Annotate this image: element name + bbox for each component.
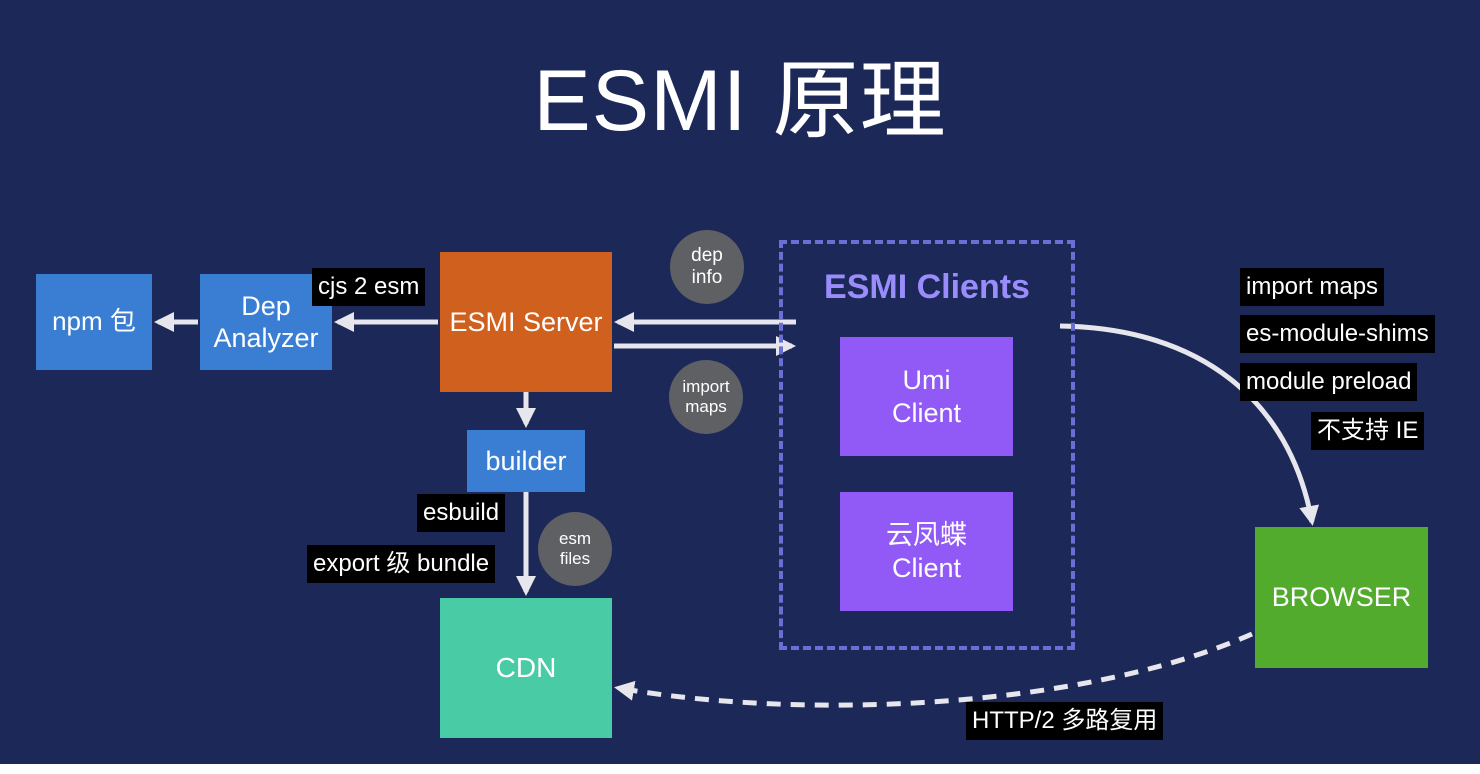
umi-client-label-line-2: Client — [891, 397, 962, 428]
bubble-dep-info-line-2: info — [691, 267, 723, 288]
bubble-esm-files: esm files — [538, 512, 612, 586]
cdn-label: CDN — [495, 652, 557, 684]
diagram-slide: ESMI 原理 npm 包 Dep Analyzer ESMI Server b… — [0, 0, 1480, 764]
tag-module-preload: module preload — [1240, 363, 1418, 401]
tag-esbuild: esbuild — [417, 494, 506, 532]
tag-export-bundle: export 级 bundle — [307, 545, 496, 583]
bubble-esm-files-line-1: esm — [558, 529, 592, 549]
yunfengdie-client-label-line-2: Client — [891, 552, 962, 583]
umi-client-node: Umi Client — [840, 337, 1013, 456]
tag-http2: HTTP/2 多路复用 — [966, 702, 1164, 740]
browser-label: BROWSER — [1271, 582, 1412, 613]
umi-client-label-line-1: Umi — [902, 365, 951, 396]
bubble-import-maps-line-2: maps — [685, 397, 727, 416]
tag-import-maps: import maps — [1240, 268, 1385, 306]
bubble-import-maps: import maps — [669, 360, 743, 434]
yunfengdie-client-node: 云凤蝶 Client — [840, 492, 1013, 611]
cdn-node: CDN — [440, 598, 612, 738]
esmi-clients-title: ESMI Clients — [824, 268, 1030, 306]
tag-es-module-shims: es-module-shims — [1240, 315, 1435, 353]
esmi-server-node: ESMI Server — [440, 252, 612, 392]
bubble-dep-info-line-1: dep — [691, 245, 723, 267]
esmi-server-label: ESMI Server — [449, 306, 603, 337]
bubble-dep-info: dep info — [670, 230, 744, 304]
bubble-import-maps-line-1: import — [682, 377, 730, 397]
browser-node: BROWSER — [1255, 527, 1428, 668]
npm-package-label: npm 包 — [52, 306, 136, 337]
builder-node: builder — [467, 430, 585, 492]
arrow-clients-to-browser — [1059, 323, 1319, 526]
yunfengdie-client-label-line-1: 云凤蝶 — [886, 520, 967, 551]
npm-package-node: npm 包 — [36, 274, 152, 370]
dep-analyzer-label-line-1: Dep — [241, 290, 291, 321]
bubble-esm-files-line-2: files — [559, 549, 591, 568]
builder-label: builder — [485, 445, 567, 476]
tag-cjs-2-esm: cjs 2 esm — [312, 268, 426, 306]
tag-no-ie: 不支持 IE — [1311, 412, 1425, 450]
dep-analyzer-label-line-2: Analyzer — [213, 323, 319, 353]
